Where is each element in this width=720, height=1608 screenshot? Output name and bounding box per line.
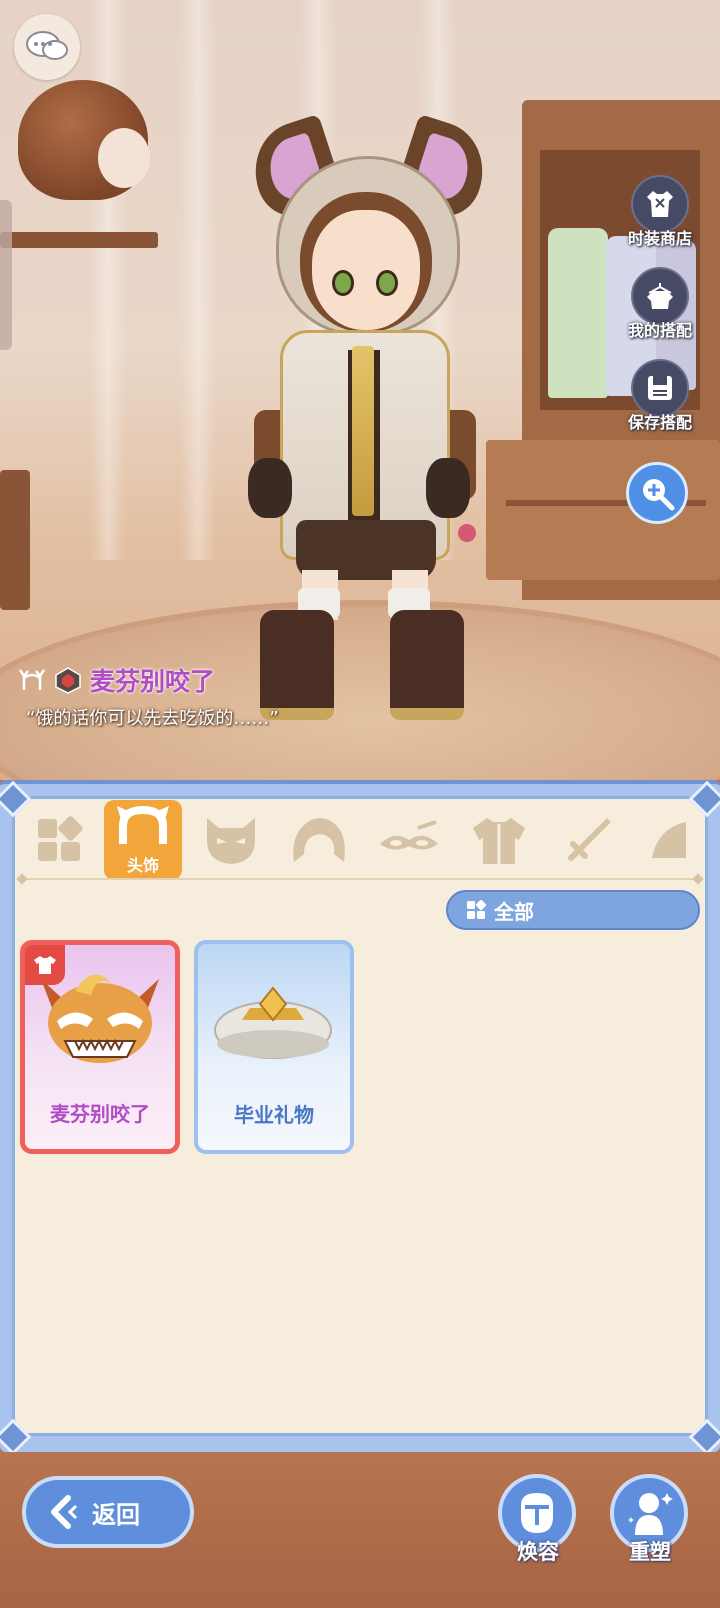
character-tail-tip (458, 524, 476, 542)
player-name: 麦芬别咬了 (90, 667, 216, 696)
tab-headwear-label: 头饰 (126, 856, 159, 875)
rank-badge-icon (55, 667, 81, 694)
cat-mask-item-icon (41, 974, 159, 1063)
sword-icon (568, 818, 611, 861)
face-accessory-icon (380, 820, 438, 850)
grid-icon (38, 816, 83, 861)
tab-more[interactable] (636, 800, 700, 880)
item-card[interactable]: 毕业礼物 (194, 940, 354, 1154)
player-character[interactable] (240, 113, 496, 740)
coat-tie (352, 346, 374, 516)
tab-headwear[interactable]: 头饰 (104, 800, 182, 880)
player-nameplate: 麦芬别咬了 (18, 664, 215, 696)
graduation-cap-item-icon (214, 986, 332, 1059)
side-drawer-handle[interactable] (0, 200, 12, 350)
item-name: 麦芬别咬了 (50, 1102, 150, 1126)
character-eye-left (332, 270, 354, 296)
item-name: 毕业礼物 (234, 1103, 314, 1127)
tab-hair[interactable] (280, 800, 358, 880)
clay-pot-opening (98, 128, 150, 188)
my-outfit-button[interactable]: 我的搭配 (610, 267, 710, 341)
tab-face-accessory[interactable] (370, 800, 448, 880)
my-outfit-label: 我的搭配 (627, 321, 692, 340)
filter-grid-icon (467, 900, 486, 919)
zoom-button[interactable] (626, 462, 688, 524)
back-arrow-icon (51, 1495, 78, 1529)
character-eye-right (376, 270, 398, 296)
outfit-shop-button[interactable]: 时装商店 (610, 175, 710, 249)
headwear-icon (117, 805, 169, 844)
character-boot-right (390, 610, 464, 720)
character-face (312, 210, 420, 330)
tab-all-categories[interactable] (20, 800, 98, 880)
top-clothing-icon (473, 818, 525, 864)
tab-divider (18, 878, 702, 880)
drawer-cabinet (486, 440, 720, 580)
guild-antler-icon (18, 669, 46, 690)
outfit-shop-label: 时装商店 (627, 229, 692, 248)
stool (0, 470, 30, 610)
tab-mask[interactable] (192, 800, 270, 880)
player-quote: “饿的话你可以先去吃饭的……” (26, 708, 279, 729)
category-tabs: 头饰 (20, 800, 700, 880)
body-reshape-icon (628, 1493, 673, 1535)
tab-weapon[interactable] (550, 800, 628, 880)
back-button[interactable]: 返回 (22, 1476, 194, 1548)
save-outfit-button[interactable]: 保存搭配 (610, 359, 710, 433)
zoom-in-icon (643, 479, 675, 511)
more-icon (652, 822, 686, 858)
reshape-label: 重塑 (629, 1540, 671, 1564)
back-label: 返回 (92, 1500, 140, 1529)
tab-top-clothing[interactable] (460, 800, 538, 880)
character-glove-left (248, 458, 292, 518)
hair-icon (293, 818, 345, 862)
face-mask-icon (521, 1493, 553, 1533)
item-card[interactable]: 麦芬别咬了 (20, 940, 180, 1154)
save-outfit-label: 保存搭配 (627, 413, 692, 432)
wall-shelf (0, 232, 158, 248)
curtain-fold (180, 0, 216, 560)
hanging-cloth (548, 228, 608, 398)
filter-label: 全部 (494, 899, 534, 924)
character-glove-right (426, 458, 470, 518)
chat-bubble-icon (26, 31, 68, 60)
chat-button[interactable] (14, 14, 80, 80)
makeover-label: 焕容 (517, 1540, 559, 1564)
filter-dropdown[interactable]: 全部 (446, 890, 700, 930)
mask-icon (207, 818, 255, 864)
